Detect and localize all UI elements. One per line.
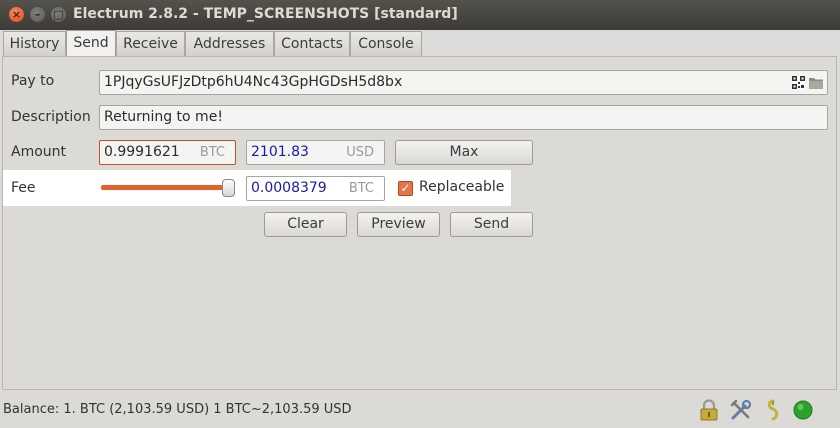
- preview-button[interactable]: Preview: [357, 212, 440, 237]
- clear-button[interactable]: Clear: [264, 212, 347, 237]
- minimize-icon[interactable]: –: [30, 7, 45, 22]
- network-status-icon[interactable]: [792, 399, 814, 421]
- fee-input[interactable]: 0.0008379 BTC: [246, 176, 385, 201]
- fee-unit: BTC: [348, 181, 374, 196]
- send-button[interactable]: Send: [450, 212, 533, 237]
- tools-icon[interactable]: [730, 399, 752, 421]
- tab-addresses[interactable]: Addresses: [185, 31, 274, 56]
- seed-icon[interactable]: [762, 399, 784, 421]
- balance-status: Balance: 1. BTC (2,103.59 USD) 1 BTC~2,1…: [3, 402, 352, 417]
- tab-send[interactable]: Send: [66, 30, 116, 57]
- amount-btc-value: 0.9991621: [104, 144, 180, 160]
- lock-icon[interactable]: [698, 399, 720, 421]
- tab-history[interactable]: History: [3, 31, 66, 56]
- fee-slider-handle[interactable]: [222, 179, 235, 197]
- max-button[interactable]: Max: [395, 140, 533, 165]
- pay-to-input[interactable]: 1PJqyGsUFJzDtp6hU4Nc43GpHGDsH5d8bx: [99, 70, 828, 95]
- description-input[interactable]: Returning to me!: [99, 105, 828, 130]
- amount-btc-unit: BTC: [199, 145, 225, 160]
- amount-fiat-input[interactable]: 2101.83 USD: [246, 140, 385, 165]
- close-icon[interactable]: ×: [9, 7, 24, 22]
- tab-contacts[interactable]: Contacts: [274, 31, 350, 56]
- pay-to-value: 1PJqyGsUFJzDtp6hU4Nc43GpHGDsH5d8bx: [104, 74, 403, 90]
- replaceable-checkbox[interactable]: ✓: [398, 181, 413, 196]
- description-value: Returning to me!: [104, 109, 223, 125]
- window-title: Electrum 2.8.2 - TEMP_SCREENSHOTS [stand…: [73, 6, 458, 22]
- amount-btc-input[interactable]: 0.9991621 BTC: [99, 140, 236, 165]
- replaceable-label[interactable]: Replaceable: [419, 179, 504, 195]
- tab-console[interactable]: Console: [350, 31, 422, 56]
- fee-slider[interactable]: [101, 185, 229, 190]
- qr-code-icon[interactable]: [792, 76, 805, 89]
- amount-fiat-unit: USD: [346, 145, 374, 160]
- amount-label: Amount: [11, 144, 67, 160]
- maximize-icon[interactable]: □: [51, 7, 66, 22]
- amount-fiat-value: 2101.83: [251, 144, 309, 160]
- description-label: Description: [11, 109, 91, 125]
- tab-receive[interactable]: Receive: [116, 31, 185, 56]
- folder-icon[interactable]: [809, 76, 823, 89]
- fee-value: 0.0008379: [251, 180, 327, 196]
- pay-to-label: Pay to: [11, 73, 55, 89]
- fee-label: Fee: [11, 180, 36, 196]
- window-titlebar: × – □ Electrum 2.8.2 - TEMP_SCREENSHOTS …: [0, 0, 840, 30]
- status-bar: Balance: 1. BTC (2,103.59 USD) 1 BTC~2,1…: [0, 391, 840, 428]
